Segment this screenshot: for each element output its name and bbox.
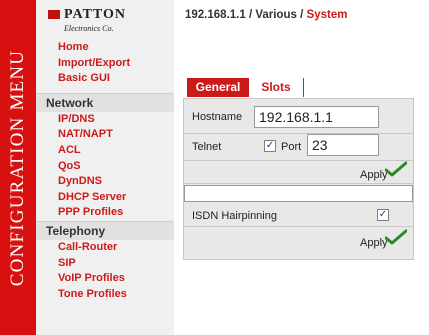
menu-item-nat-napt[interactable]: NAT/NAPT [36, 127, 174, 143]
general-panel: Hostname 192.168.1.1 Telnet ✓ Port 23 Ap… [183, 98, 414, 260]
section-telephony: Telephony [36, 220, 174, 240]
hostname-label: Hostname [192, 111, 243, 123]
sidebar: PATTON Electronics Co. Home Import/Expor… [36, 0, 174, 335]
logo-flag-icon [48, 10, 60, 19]
menu-item-ip-dns[interactable]: IP/DNS [36, 112, 174, 128]
section-network: Network [36, 92, 174, 112]
breadcrumb-various[interactable]: Various [255, 9, 297, 21]
menu-item-qos[interactable]: QoS [36, 159, 174, 175]
blank-row [184, 185, 413, 202]
menu-item-sip[interactable]: SIP [36, 256, 174, 272]
apply-check-icon[interactable] [385, 161, 407, 177]
menu-item-acl[interactable]: ACL [36, 143, 174, 159]
logo-brand: PATTON [64, 7, 127, 22]
menu-item-call-router[interactable]: Call-Router [36, 240, 174, 256]
telnet-label: Telnet [192, 141, 222, 153]
menu-item-home[interactable]: Home [36, 40, 174, 56]
config-menu-title: CONFIGURATION MENU [7, 49, 28, 287]
breadcrumb-sep: / [300, 9, 304, 21]
tab-general[interactable]: General [187, 78, 249, 97]
port-field[interactable]: 23 [307, 134, 379, 156]
port-label: Port [281, 141, 302, 153]
menu-item-voip-profiles[interactable]: VoIP Profiles [36, 271, 174, 287]
divider [184, 183, 413, 184]
menu-item-ppp-profiles[interactable]: PPP Profiles [36, 205, 174, 221]
menu-item-import-export[interactable]: Import/Export [36, 56, 174, 72]
menu-item-tone-profiles[interactable]: Tone Profiles [36, 287, 174, 303]
isdn-hairpinning-label: ISDN Hairpinning [192, 210, 277, 222]
breadcrumb-sep: / [248, 9, 253, 21]
isdn-hairpinning-checkbox[interactable]: ✓ [377, 209, 389, 221]
breadcrumb-current: System [306, 9, 348, 21]
menu-item-dyndns[interactable]: DynDNS [36, 174, 174, 190]
menu: Home Import/Export Basic GUI Network IP/… [36, 40, 174, 302]
hostname-field[interactable]: 192.168.1.1 [254, 106, 379, 128]
apply-button-2[interactable]: Apply [360, 237, 388, 249]
telnet-checkbox[interactable]: ✓ [264, 140, 276, 152]
divider [184, 160, 413, 161]
apply-button[interactable]: Apply [360, 169, 388, 181]
breadcrumb: 192.168.1.1 / Various / System [185, 9, 347, 21]
breadcrumb-host[interactable]: 192.168.1.1 [185, 9, 246, 21]
patton-logo: PATTON Electronics Co. [48, 5, 125, 37]
menu-item-dhcp-server[interactable]: DHCP Server [36, 190, 174, 206]
apply-check-icon[interactable] [385, 229, 407, 245]
config-menu-bar: CONFIGURATION MENU [0, 0, 36, 335]
tab-slots[interactable]: Slots [249, 78, 304, 97]
menu-item-basic-gui[interactable]: Basic GUI [36, 71, 174, 87]
logo-sub: Electronics Co. [64, 24, 114, 33]
divider [184, 226, 413, 227]
